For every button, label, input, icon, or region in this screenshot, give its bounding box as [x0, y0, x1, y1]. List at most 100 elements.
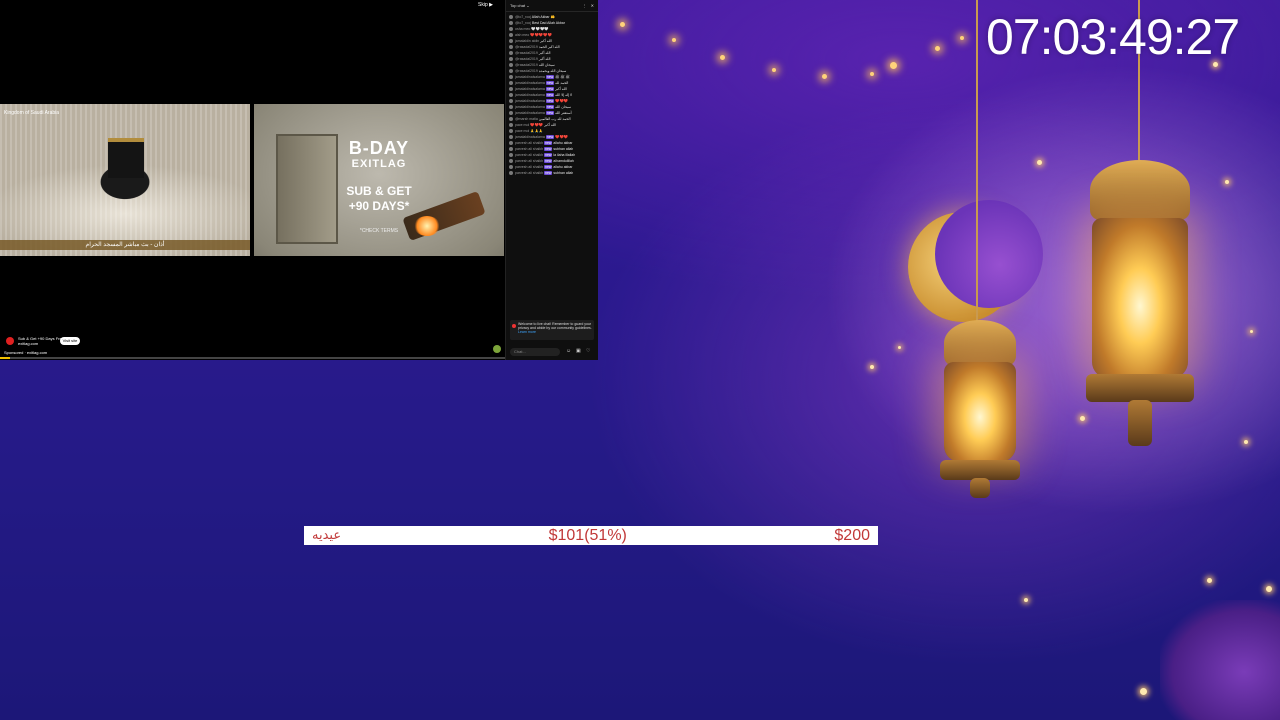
chat-text: la ilaha illallah: [553, 153, 576, 157]
chat-text: 🤍🤍🤍🤍: [531, 27, 549, 31]
avatar-icon[interactable]: [509, 81, 513, 85]
chat-author[interactable]: jamalaldinalsalama: [515, 93, 545, 97]
ad-badge-icon: [493, 345, 501, 353]
chat-author[interactable]: jamalaldin aldin: [515, 39, 539, 43]
star-icon: [1250, 330, 1253, 333]
chat-author[interactable]: @lo7_rooj: [515, 21, 531, 25]
super-chat-icon[interactable]: ▣: [576, 349, 581, 354]
ad-channel-row: Sub & Get +90 Days Free exitlag.com: [6, 336, 64, 346]
avatar-icon[interactable]: [509, 171, 513, 175]
chat-author[interactable]: @marsh matia: [515, 117, 538, 121]
chat-messages: @lo7_rooj Allah Akbar 🤲 @lo7_rooj Best Da…: [506, 14, 598, 314]
chat-author[interactable]: @rasadal2019: [515, 45, 538, 49]
avatar-icon[interactable]: [509, 141, 513, 145]
avatar-icon[interactable]: [509, 75, 513, 79]
chat-author[interactable]: jamalaldinalsalama: [515, 111, 545, 115]
chat-author[interactable]: parvesh ali shaikh: [515, 159, 543, 163]
ad-title: B-DAY: [348, 138, 410, 158]
member-badge: new: [545, 87, 555, 91]
avatar-icon[interactable]: [509, 159, 513, 163]
avatar-icon[interactable]: [509, 123, 513, 127]
avatar-icon[interactable]: [509, 99, 513, 103]
avatar-icon[interactable]: [509, 21, 513, 25]
chat-author[interactable]: @rasadal2019: [515, 51, 538, 55]
chat-author[interactable]: parvesh ali shaikh: [515, 147, 543, 151]
kaaba-top-text: Kingdom of Saudi Arabia: [4, 110, 60, 116]
avatar-icon[interactable]: [509, 45, 513, 49]
avatar-icon[interactable]: [509, 15, 513, 19]
avatar-icon[interactable]: [509, 27, 513, 31]
member-badge: new: [545, 105, 555, 109]
member-badge: new: [544, 171, 553, 175]
channel-logo-icon: [6, 337, 14, 345]
avatar-icon[interactable]: [509, 111, 513, 115]
chat-author[interactable]: jamalaldinalsalama: [515, 87, 545, 91]
member-badge: new: [545, 99, 555, 103]
chat-mode-dropdown[interactable]: Top chat ⌄: [510, 3, 530, 8]
chat-text: لا إله إلا الله: [555, 93, 573, 97]
avatar-icon[interactable]: [509, 93, 513, 97]
live-chat-panel: Top chat ⌄ ⋮ ✕ @lo7_rooj Allah Akbar 🤲 @l…: [505, 0, 598, 360]
close-chat-icon[interactable]: ✕: [591, 3, 594, 8]
chat-author[interactable]: jamalaldinalsalama: [515, 75, 545, 79]
chat-author[interactable]: jamalaldinalsalama: [515, 135, 545, 139]
chat-text: ❤️❤️❤️: [555, 135, 569, 139]
chat-text: الله أكبر: [540, 39, 552, 43]
chat-author[interactable]: parvesh ali shaikh: [515, 153, 543, 157]
avatar-icon[interactable]: [509, 51, 513, 55]
chat-author[interactable]: osha meo: [515, 27, 530, 31]
chat-text: ﷺ ﷺ ﷺ: [555, 75, 570, 79]
member-badge: new: [544, 165, 553, 169]
chat-author[interactable]: jamalaldinalsalama: [515, 99, 545, 103]
chat-text: الله أكبر: [538, 57, 551, 61]
video-player[interactable]: Skip ▶ Kingdom of Saudi Arabia أذان - بث…: [0, 0, 505, 360]
chat-author[interactable]: @rasadal2019: [515, 63, 538, 67]
avatar-icon[interactable]: [509, 87, 513, 91]
ad-brand: EXITLAG: [351, 158, 407, 170]
chat-author[interactable]: jamalaldinalsalama: [515, 81, 545, 85]
stream-window: Skip ▶ Kingdom of Saudi Arabia أذان - بث…: [0, 0, 598, 360]
avatar-icon[interactable]: [509, 33, 513, 37]
chat-author[interactable]: @lo7_rooj: [515, 15, 531, 19]
chat-author[interactable]: alsh meo: [515, 33, 529, 37]
donation-goal-bar: عيديه $101(51%) $200: [304, 526, 878, 545]
ad-terms: *CHECK TERMS: [359, 228, 399, 234]
member-badge: new: [545, 135, 555, 139]
emoji-icon[interactable]: ☺: [566, 349, 571, 354]
avatar-icon[interactable]: [509, 117, 513, 121]
chat-author[interactable]: @rasadal2019: [515, 69, 538, 73]
heart-icon[interactable]: ♡: [586, 349, 591, 354]
chat-author[interactable]: jamalaldinalsalama: [515, 105, 545, 109]
avatar-icon[interactable]: [509, 153, 513, 157]
goal-target: $200: [834, 526, 870, 544]
light-bulb-icon: [772, 68, 776, 72]
ad-progress-bar[interactable]: [0, 357, 505, 359]
more-options-icon[interactable]: ⋮: [583, 3, 587, 8]
avatar-icon[interactable]: [509, 63, 513, 67]
skip-ad-button[interactable]: Skip ▶: [478, 2, 493, 8]
avatar-icon[interactable]: [509, 147, 513, 151]
chat-author[interactable]: pace mol: [515, 129, 529, 133]
avatar-icon[interactable]: [509, 57, 513, 61]
star-icon: [898, 346, 901, 349]
chat-text: الله اكبر الحمد: [538, 45, 560, 49]
avatar-icon[interactable]: [509, 105, 513, 109]
small-lantern-icon: [930, 0, 1030, 500]
ad-video[interactable]: B-DAY EXITLAG SUB & GET +90 DAYS* *CHECK…: [254, 104, 504, 256]
avatar-icon[interactable]: [509, 129, 513, 133]
chat-input[interactable]: Chat...: [510, 348, 560, 356]
star-icon: [1140, 688, 1147, 695]
ad-line1: SUB & GET: [346, 184, 412, 198]
avatar-icon[interactable]: [509, 69, 513, 73]
avatar-icon[interactable]: [509, 39, 513, 43]
avatar-icon[interactable]: [509, 165, 513, 169]
kaaba-livestream-thumbnail[interactable]: Kingdom of Saudi Arabia أذان - بث مباشر …: [0, 104, 250, 256]
chat-author[interactable]: @rasadal2019: [515, 57, 538, 61]
chat-author[interactable]: parvesh ali shaikh: [515, 171, 543, 175]
learn-more-link[interactable]: Learn more: [518, 330, 592, 334]
chat-author[interactable]: parvesh ali shaikh: [515, 165, 543, 169]
chat-author[interactable]: pace mol: [515, 123, 529, 127]
avatar-icon[interactable]: [509, 135, 513, 139]
visit-site-button[interactable]: Visit site: [60, 337, 80, 345]
chat-author[interactable]: parvesh ali shaikh: [515, 141, 543, 145]
